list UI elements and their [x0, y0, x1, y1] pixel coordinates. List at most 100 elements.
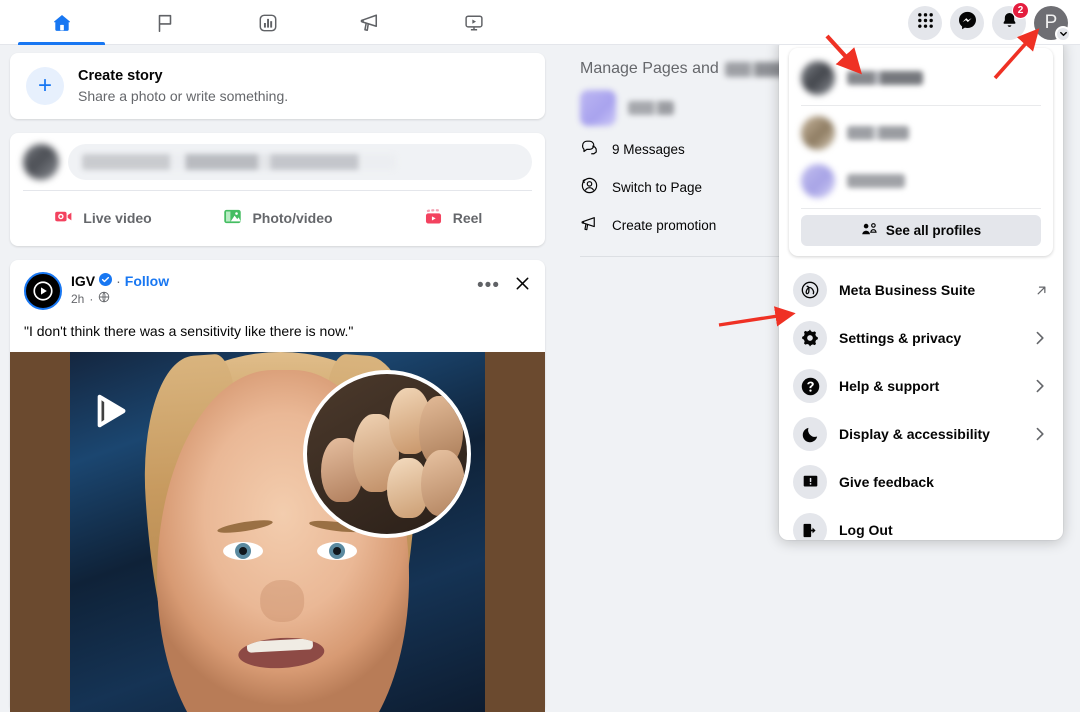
manage-pages-blurred-name: [724, 61, 787, 77]
see-all-profiles-button[interactable]: See all profiles: [801, 215, 1041, 246]
composer-photo-video-button[interactable]: Photo/video: [190, 199, 365, 237]
menu-item-help-support[interactable]: Help & support: [785, 362, 1057, 410]
post-more-options-button[interactable]: •••: [477, 276, 500, 295]
post-text: "I don't think there was a sensitivity l…: [24, 323, 354, 340]
menu-item-display-accessibility[interactable]: Display & accessibility: [785, 410, 1057, 458]
post-follow-button[interactable]: Follow: [125, 273, 169, 289]
managed-page-row[interactable]: [560, 78, 810, 130]
top-bar-actions: 2 P: [908, 0, 1071, 45]
gear-icon: [793, 321, 827, 355]
post-time-separator: ·: [89, 291, 94, 306]
feed-post-card: IGV · Follow 2h · ••• "I don't think the…: [10, 260, 545, 712]
switch-profile-icon: [580, 176, 599, 198]
profile-divider-1: [801, 105, 1041, 106]
monitor-play-icon: [463, 12, 485, 34]
profile-dropdown-menu: See all profiles Meta Business Suite Set…: [779, 38, 1063, 540]
menu-item-meta-business-suite[interactable]: Meta Business Suite: [785, 266, 1057, 314]
inset-group-photo: [303, 370, 471, 539]
manage-pages-heading: Manage Pages and: [560, 45, 810, 78]
meta-icon: [793, 273, 827, 307]
moon-icon: [793, 417, 827, 451]
nav-tab-insights[interactable]: [216, 0, 319, 45]
menu-item-help-support-label: Help & support: [839, 378, 940, 394]
nav-tab-home[interactable]: [10, 0, 113, 45]
manage-pages-column: Manage Pages and 9 Messages Switch to Pa…: [560, 45, 810, 655]
nav-tabs: [10, 0, 525, 45]
news-feed-column: + Create story Share a photo or write so…: [10, 53, 545, 712]
grid-menu-button[interactable]: [908, 5, 942, 40]
post-composer-card: Live video Photo/video Reel: [10, 133, 545, 247]
post-close-button[interactable]: [514, 275, 531, 297]
see-all-profiles-label: See all profiles: [885, 223, 982, 238]
create-story-button[interactable]: + Create story Share a photo or write so…: [10, 53, 545, 119]
profile-row-3[interactable]: [789, 157, 1053, 205]
post-author-avatar[interactable]: [24, 272, 62, 311]
feedback-icon: [793, 465, 827, 499]
create-story-card: + Create story Share a photo or write so…: [10, 53, 545, 120]
composer-input[interactable]: [68, 144, 532, 181]
managed-page-name-blurred: [628, 101, 674, 115]
decorative-brow-right: [216, 517, 273, 536]
composer-reel-button[interactable]: Reel: [365, 199, 540, 237]
post-author-name[interactable]: IGV: [71, 273, 95, 289]
profile-name-1-blurred: [847, 71, 923, 85]
chevron-right-icon: [1031, 377, 1049, 395]
menu-item-meta-business-suite-label: Meta Business Suite: [839, 282, 976, 298]
megaphone-icon: [359, 11, 382, 34]
profile-avatar-2: [801, 116, 835, 150]
manage-pages-title-text: Manage Pages and: [580, 60, 719, 77]
menu-item-log-out-label: Log Out: [839, 522, 893, 538]
profile-avatar-button[interactable]: P: [1034, 5, 1071, 42]
profile-row-2[interactable]: [789, 109, 1053, 157]
menu-item-give-feedback[interactable]: Give feedback: [785, 458, 1057, 506]
menu-item-log-out[interactable]: Log Out: [785, 506, 1057, 540]
post-meta: IGV · Follow 2h ·: [71, 272, 477, 306]
notifications-button[interactable]: 2: [992, 1, 1029, 40]
profile-avatar-3: [801, 164, 835, 198]
menu-item-settings-privacy[interactable]: Settings & privacy: [785, 314, 1057, 362]
question-mark-icon: [793, 369, 827, 403]
post-timestamp-line: 2h ·: [71, 291, 477, 306]
plus-icon: +: [26, 67, 64, 106]
profile-divider-2: [801, 208, 1041, 209]
external-link-icon: [1034, 283, 1049, 298]
decorative-mouth: [237, 635, 325, 671]
logout-icon: [793, 513, 827, 540]
play-badge-icon: [90, 388, 136, 434]
chevron-right-icon: [1031, 329, 1049, 347]
flag-icon: [154, 12, 176, 34]
messenger-icon: [957, 10, 978, 36]
post-tools: •••: [477, 272, 531, 297]
dropdown-menu-list: Meta Business Suite Settings & privacy H…: [779, 262, 1063, 540]
manage-item-create-promotion[interactable]: Create promotion: [560, 206, 810, 244]
nav-tab-ads[interactable]: [319, 0, 422, 45]
post-media[interactable]: [10, 352, 545, 712]
chevron-down-icon[interactable]: [1055, 25, 1071, 42]
create-story-title: Create story: [78, 68, 163, 84]
composer-placeholder-blurred: [82, 154, 396, 171]
top-navigation-bar: 2 P: [0, 0, 1080, 45]
composer-photo-video-label: Photo/video: [252, 210, 333, 227]
post-author-line: IGV · Follow: [71, 273, 477, 289]
composer-live-video-button[interactable]: Live video: [15, 199, 190, 237]
manage-item-switch-to-page[interactable]: Switch to Page: [560, 168, 810, 206]
globe-icon: [98, 291, 110, 306]
photo-video-icon: [222, 206, 243, 230]
decorative-eye-left: [316, 542, 357, 561]
profile-switcher-card: See all profiles: [789, 48, 1053, 256]
nav-tab-video[interactable]: [422, 0, 525, 45]
messenger-button[interactable]: [950, 5, 984, 40]
manage-item-promotion-label: Create promotion: [612, 217, 717, 233]
nav-tab-pages[interactable]: [113, 0, 216, 45]
profile-row-active[interactable]: [789, 54, 1053, 102]
bar-chart-icon: [257, 12, 279, 34]
post-video-frame: [70, 352, 485, 712]
reel-icon: [423, 206, 444, 230]
profile-avatar-1: [801, 61, 835, 95]
manage-item-messages[interactable]: 9 Messages: [560, 130, 810, 168]
composer-avatar[interactable]: [23, 144, 59, 181]
decorative-eye-right: [222, 542, 263, 561]
create-story-subtitle: Share a photo or write something.: [78, 87, 289, 104]
menu-item-display-accessibility-label: Display & accessibility: [839, 426, 990, 442]
composer-row: [10, 133, 545, 190]
